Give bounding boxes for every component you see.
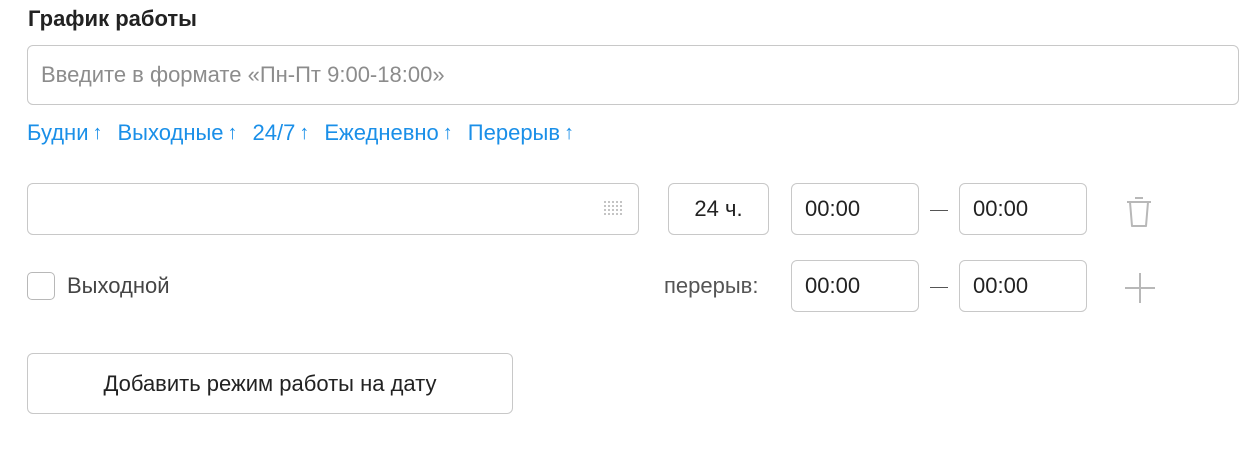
arrow-up-icon: ↑ — [299, 121, 310, 144]
preset-break-link[interactable]: Перерыв ↑ — [468, 120, 574, 146]
plus-icon[interactable] — [1123, 271, 1157, 305]
all-day-button[interactable]: 24 ч. — [668, 183, 769, 235]
add-date-schedule-button[interactable]: Добавить режим работы на дату — [27, 353, 513, 414]
preset-label: Ежедневно — [324, 120, 439, 145]
preset-label: Выходные — [117, 120, 224, 145]
time-range-dash — [930, 210, 948, 211]
work-to-time-input[interactable] — [959, 183, 1087, 235]
preset-weekends-link[interactable]: Выходные ↑ — [118, 120, 238, 146]
preset-label: Перерыв — [467, 120, 561, 145]
trash-icon[interactable] — [1124, 194, 1154, 230]
checkbox-box[interactable] — [27, 272, 55, 300]
preset-weekdays-link[interactable]: Будни ↑ — [27, 120, 103, 146]
break-from-time-input[interactable] — [791, 260, 919, 312]
schedule-section-title: График работы — [28, 6, 197, 31]
preset-label: 24/7 — [252, 120, 296, 145]
arrow-up-icon: ↑ — [92, 121, 103, 144]
time-range-dash — [930, 287, 948, 288]
preset-links: Будни ↑ Выходные ↑ 24/7 ↑ Ежедневно ↑ Пе… — [27, 118, 574, 148]
work-from-time-input[interactable] — [791, 183, 919, 235]
break-label: перерыв: — [664, 273, 759, 298]
day-off-label: Выходной — [67, 273, 170, 298]
schedule-text-input[interactable] — [27, 45, 1239, 105]
preset-daily-link[interactable]: Ежедневно ↑ — [324, 120, 452, 146]
preset-label: Будни — [27, 120, 89, 145]
arrow-up-icon: ↑ — [227, 121, 238, 144]
arrow-up-icon: ↑ — [564, 121, 575, 144]
preset-24-7-link[interactable]: 24/7 ↑ — [253, 120, 310, 146]
day-off-checkbox[interactable]: Выходной — [27, 271, 170, 301]
calendar-grid-icon[interactable] — [604, 201, 624, 217]
days-select-field[interactable] — [27, 183, 639, 235]
arrow-up-icon: ↑ — [442, 121, 453, 144]
break-to-time-input[interactable] — [959, 260, 1087, 312]
